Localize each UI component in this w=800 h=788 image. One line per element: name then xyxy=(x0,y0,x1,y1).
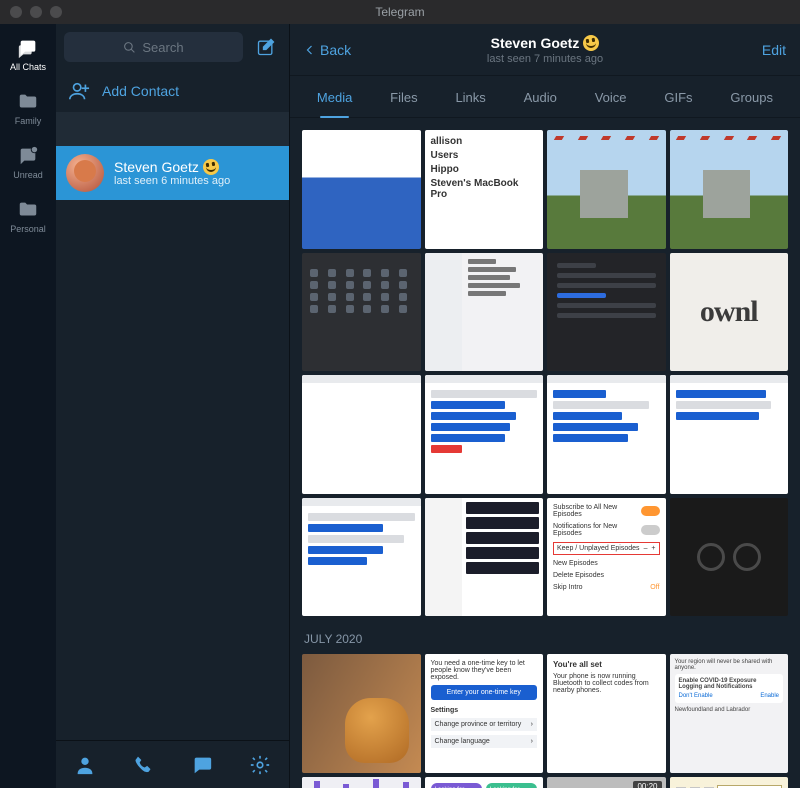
chats-tab-button[interactable] xyxy=(191,754,213,776)
tab-media[interactable]: Media xyxy=(311,90,358,117)
video-duration: 00:20 xyxy=(633,781,661,788)
empty-chat-row xyxy=(56,112,289,146)
chat-row-steven[interactable]: Steven Goetz last seen 6 minutes ago xyxy=(56,146,289,200)
chats-icon xyxy=(16,36,40,60)
calls-tab-button[interactable] xyxy=(132,754,154,776)
section-header: JULY 2020 xyxy=(304,632,788,646)
contacts-tab-button[interactable] xyxy=(74,754,96,776)
media-thumb[interactable] xyxy=(670,375,789,494)
profile-header: Back Steven Goetz last seen 7 minutes ag… xyxy=(290,24,800,76)
chat-subtitle: last seen 6 minutes ago xyxy=(114,175,230,187)
media-thumb[interactable] xyxy=(547,253,666,372)
media-thumb[interactable] xyxy=(425,375,544,494)
add-contact-label: Add Contact xyxy=(102,83,179,99)
toggle-icon xyxy=(641,525,660,535)
rail-unread[interactable]: Unread xyxy=(13,144,43,180)
rail-label: Personal xyxy=(10,224,46,234)
rail-label: All Chats xyxy=(10,62,46,72)
chat-name: Steven Goetz xyxy=(114,159,230,175)
rail-label: Unread xyxy=(13,170,43,180)
rail-family[interactable]: Family xyxy=(15,90,42,126)
media-thumb[interactable] xyxy=(670,130,789,249)
toggle-icon xyxy=(641,506,660,516)
profile-media-panel: Back Steven Goetz last seen 7 minutes ag… xyxy=(290,24,800,788)
chevron-left-icon xyxy=(304,44,316,56)
compose-button[interactable] xyxy=(251,32,281,62)
media-tabs: Media Files Links Audio Voice GIFs Group… xyxy=(290,76,800,118)
media-grid: allison Users Hippo Steven's MacBook Pro… xyxy=(302,130,788,616)
settings-tab-button[interactable] xyxy=(249,754,271,776)
media-thumb[interactable] xyxy=(547,375,666,494)
tab-gifs[interactable]: GIFs xyxy=(658,90,698,117)
rail-all-chats[interactable]: All Chats xyxy=(10,36,46,72)
media-thumb[interactable]: The app will now ask your permission All… xyxy=(302,777,421,788)
media-grid-july: You need a one-time key to let people kn… xyxy=(302,654,788,788)
rail-label: Family xyxy=(15,116,42,126)
media-thumb[interactable]: Your region will never be shared with an… xyxy=(670,654,789,773)
media-thumb[interactable]: Subscribe to All New Episodes Notificati… xyxy=(547,498,666,617)
search-placeholder: Search xyxy=(142,40,183,55)
rofl-emoji-icon xyxy=(583,35,599,51)
tab-files[interactable]: Files xyxy=(384,90,423,117)
header-subtitle: last seen 7 minutes ago xyxy=(290,53,800,65)
compose-icon xyxy=(256,37,276,57)
folder-rail: All Chats Family Unread Personal xyxy=(0,24,56,788)
back-label: Back xyxy=(320,42,351,58)
edit-button[interactable]: Edit xyxy=(762,42,786,58)
media-thumb[interactable]: Looking for exposures. Looking for expos… xyxy=(425,777,544,788)
media-thumb[interactable] xyxy=(670,777,789,788)
gear-icon xyxy=(249,754,271,776)
search-input[interactable]: Search xyxy=(64,32,243,62)
chat-bubble-icon xyxy=(191,754,213,776)
phone-icon xyxy=(133,755,153,775)
media-thumb[interactable] xyxy=(670,498,789,617)
avatar xyxy=(66,154,104,192)
media-thumb[interactable]: allison Users Hippo Steven's MacBook Pro xyxy=(425,130,544,249)
folder-icon xyxy=(16,90,40,114)
tab-links[interactable]: Links xyxy=(449,90,491,117)
media-thumb[interactable]: ownl xyxy=(670,253,789,372)
back-button[interactable]: Back xyxy=(304,42,351,58)
media-thumb[interactable] xyxy=(547,130,666,249)
search-icon xyxy=(123,41,136,54)
media-thumb[interactable]: You need a one-time key to let people kn… xyxy=(425,654,544,773)
header-name: Steven Goetz xyxy=(491,35,600,51)
media-thumb[interactable] xyxy=(425,498,544,617)
person-icon xyxy=(74,754,96,776)
tab-groups[interactable]: Groups xyxy=(724,90,779,117)
media-thumb[interactable] xyxy=(302,498,421,617)
tab-voice[interactable]: Voice xyxy=(589,90,633,117)
rail-personal[interactable]: Personal xyxy=(10,198,46,234)
media-thumb[interactable] xyxy=(302,253,421,372)
add-contact-icon xyxy=(68,80,90,102)
tab-audio[interactable]: Audio xyxy=(518,90,563,117)
media-thumb[interactable] xyxy=(302,130,421,249)
window-titlebar: Telegram xyxy=(0,0,800,24)
media-thumb-video[interactable]: 00:20 xyxy=(547,777,666,788)
folder-icon xyxy=(16,198,40,222)
media-thumb[interactable] xyxy=(302,375,421,494)
media-thumb[interactable]: You're all set Your phone is now running… xyxy=(547,654,666,773)
list-bottom-bar xyxy=(56,740,289,788)
app-title: Telegram xyxy=(0,5,800,19)
media-scroll[interactable]: allison Users Hippo Steven's MacBook Pro… xyxy=(290,118,800,788)
rofl-emoji-icon xyxy=(203,159,219,175)
media-thumb[interactable] xyxy=(302,654,421,773)
media-thumb[interactable] xyxy=(425,253,544,372)
chat-list-panel: Search Add Contact Steven Goetz last see… xyxy=(56,24,290,788)
unread-icon xyxy=(16,144,40,168)
inner-button: Enter your one-time key xyxy=(431,685,538,700)
add-contact-button[interactable]: Add Contact xyxy=(56,70,289,112)
